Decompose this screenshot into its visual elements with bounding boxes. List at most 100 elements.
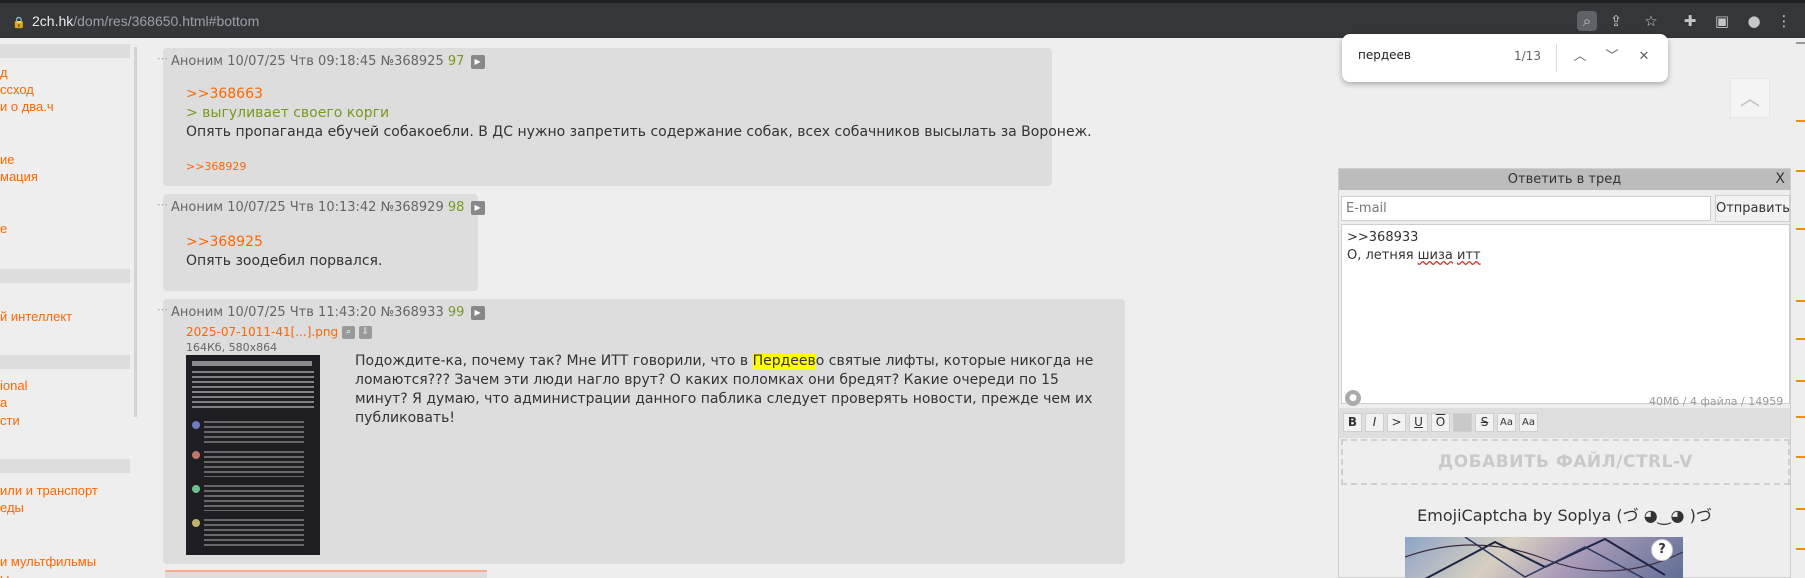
reply-form-title[interactable]: Ответить в тред bbox=[1339, 169, 1790, 190]
italic-button[interactable]: I bbox=[1365, 413, 1384, 432]
email-field[interactable] bbox=[1341, 196, 1711, 221]
post-header: Аноним 10/07/25 Чтв 10:13:42 №368929 98 … bbox=[171, 200, 485, 215]
post-date: 10/07/25 Чтв 11:43:20 bbox=[227, 305, 377, 320]
reply-close-button[interactable]: X bbox=[1775, 169, 1785, 190]
post-expand-icon[interactable]: ▶ bbox=[470, 305, 485, 320]
reply-form: Ответить в тред X Отправить >>368933 О, … bbox=[1338, 168, 1791, 578]
post-backlink[interactable]: >>368929 bbox=[186, 160, 246, 173]
find-count: 1/13 bbox=[1514, 49, 1541, 63]
sidebar-link[interactable]: е bbox=[0, 221, 7, 236]
sidebar-link[interactable]: а bbox=[0, 395, 7, 410]
upload-limits: 40Мб / 4 файла / 14959 bbox=[1649, 395, 1784, 408]
file-info: 164Кб, 580x864 bbox=[186, 341, 278, 354]
sidebar-link[interactable]: й интеллект bbox=[0, 309, 72, 324]
scroll-marker bbox=[1796, 548, 1805, 550]
search-image-icon[interactable]: ⌕ bbox=[341, 326, 355, 339]
file-name-link[interactable]: 2025-07-1011-41[...].png bbox=[186, 325, 338, 339]
sidebar-link[interactable]: ы bbox=[0, 571, 9, 578]
scroll-marker bbox=[1796, 380, 1805, 382]
sidepanel-icon[interactable]: ▣ bbox=[1712, 11, 1732, 31]
find-in-page-bar: пердеев 1/13 ︿ ﹀ ✕ bbox=[1342, 34, 1668, 82]
sidebar-link[interactable]: д bbox=[0, 65, 8, 80]
sidebar-link[interactable]: ional bbox=[0, 378, 27, 393]
post-reply-link[interactable]: >>368663 bbox=[186, 86, 263, 102]
sage-avatar-icon[interactable]: ● bbox=[1345, 390, 1361, 406]
underline-button[interactable]: U bbox=[1409, 413, 1428, 432]
comment-word: О, летняя bbox=[1347, 248, 1418, 263]
post-text: Подождите-ка, почему так? Мне ИТТ говори… bbox=[355, 352, 1095, 428]
sidebar-scrollbar[interactable] bbox=[134, 47, 137, 417]
post-text-part: Подождите-ка, почему так? Мне ИТТ говори… bbox=[355, 353, 753, 369]
strike-button[interactable]: S bbox=[1475, 413, 1494, 432]
scrollbar-find-markers[interactable] bbox=[1796, 38, 1805, 578]
overline-button[interactable]: O bbox=[1431, 413, 1450, 432]
post-menu-icon[interactable]: ⋯ bbox=[157, 198, 168, 211]
find-icon[interactable]: ⌕ bbox=[1577, 11, 1597, 31]
scroll-marker bbox=[1796, 300, 1805, 302]
post-author: Аноним bbox=[171, 54, 224, 69]
post-expand-icon[interactable]: ▶ bbox=[470, 200, 485, 215]
sidebar-link[interactable]: и мультфильмы bbox=[0, 554, 96, 569]
comment-textarea[interactable]: >>368933 О, летняя шиза итт bbox=[1341, 224, 1790, 404]
post-count: 98 bbox=[447, 200, 465, 215]
post-number[interactable]: №368929 bbox=[381, 200, 444, 215]
superscript-button[interactable]: Aa bbox=[1497, 413, 1516, 432]
sidebar-section-header bbox=[0, 269, 130, 283]
sidebar-section-header bbox=[0, 44, 130, 58]
captcha-help-button[interactable]: ? bbox=[1651, 539, 1673, 561]
file-dropzone[interactable]: ДОБАВИТЬ ФАЙЛ/CTRL-V bbox=[1341, 439, 1790, 485]
sidebar-link[interactable]: ие bbox=[0, 152, 15, 167]
post-author: Аноним bbox=[171, 200, 224, 215]
extensions-icon[interactable]: ✚ bbox=[1680, 11, 1700, 31]
post-header: Аноним 10/07/25 Чтв 11:43:20 №368933 99 … bbox=[171, 305, 485, 320]
sidebar-link[interactable]: еды bbox=[0, 500, 24, 515]
scroll-marker bbox=[1796, 508, 1805, 510]
close-icon[interactable]: ✕ bbox=[1633, 46, 1655, 68]
scroll-to-top-button[interactable]: ︿ bbox=[1730, 78, 1770, 118]
post-expand-icon[interactable]: ▶ bbox=[470, 54, 485, 69]
subscript-button[interactable]: Aa bbox=[1519, 413, 1538, 432]
post-menu-icon[interactable]: ⋯ bbox=[157, 303, 168, 316]
post-number[interactable]: №368933 bbox=[381, 305, 444, 320]
spoiler-button[interactable] bbox=[1453, 413, 1472, 432]
bookmark-star-icon[interactable]: ☆ bbox=[1641, 11, 1661, 31]
post-header: Аноним 10/07/25 Чтв 09:18:45 №368925 97 … bbox=[171, 54, 485, 69]
format-toolbar: B I > U O S Aa Aa bbox=[1339, 408, 1790, 438]
chevron-down-icon[interactable]: ﹀ bbox=[1601, 46, 1623, 68]
sidebar-link[interactable]: сти bbox=[0, 413, 20, 428]
lock-icon[interactable]: 🔒 bbox=[12, 11, 26, 35]
captcha-image bbox=[1405, 537, 1683, 578]
submit-button[interactable]: Отправить bbox=[1715, 195, 1790, 222]
profile-avatar-icon[interactable]: ● bbox=[1744, 11, 1764, 31]
scroll-marker bbox=[1796, 228, 1805, 230]
sidebar-link[interactable]: мация bbox=[0, 169, 38, 184]
post-number[interactable]: №368925 bbox=[381, 54, 444, 69]
url-host: 2ch.hk bbox=[32, 13, 74, 29]
sidebar-link[interactable]: ссход bbox=[0, 82, 34, 97]
url-path: /dom/res/368650.html#bottom bbox=[73, 13, 260, 29]
post-menu-icon[interactable]: ⋯ bbox=[157, 52, 168, 65]
post-greentext: > выгуливает своего корги bbox=[186, 105, 390, 121]
chevron-up-icon[interactable]: ︿ bbox=[1569, 46, 1591, 68]
post-count: 99 bbox=[447, 305, 465, 320]
captcha-title: EmojiCaptcha by Soplya (づ ◕‿◕ )づ bbox=[1417, 506, 1712, 525]
menu-kebab-icon[interactable]: ⋮ bbox=[1774, 11, 1794, 31]
bold-button[interactable]: B bbox=[1343, 413, 1362, 432]
post: ⋯ Аноним 10/07/25 Чтв 11:43:20 №368933 9… bbox=[157, 299, 1125, 564]
find-divider bbox=[1556, 44, 1557, 72]
address-bar[interactable]: 🔒 2ch.hk/dom/res/368650.html#bottom bbox=[12, 9, 259, 33]
scroll-marker bbox=[1796, 170, 1805, 172]
post: ⋯ Аноним 10/07/25 Чтв 09:18:45 №368925 9… bbox=[157, 48, 1092, 186]
sidebar-link[interactable]: и о два.ч bbox=[0, 99, 54, 114]
attached-image-thumbnail[interactable] bbox=[186, 355, 320, 555]
download-icon[interactable]: ⇩ bbox=[358, 326, 372, 339]
scroll-marker bbox=[1796, 42, 1805, 44]
find-highlight: Пердеев bbox=[752, 353, 816, 369]
boards-sidebar: д ссход и о два.ч ие мация е й интеллект… bbox=[0, 38, 132, 578]
find-input[interactable]: пердеев bbox=[1358, 48, 1411, 62]
scroll-marker bbox=[1796, 456, 1805, 458]
sidebar-link[interactable]: или и транспорт bbox=[0, 483, 98, 498]
quote-button[interactable]: > bbox=[1387, 413, 1406, 432]
post-reply-link[interactable]: >>368925 bbox=[186, 234, 263, 250]
share-icon[interactable]: ⇪ bbox=[1606, 11, 1626, 31]
